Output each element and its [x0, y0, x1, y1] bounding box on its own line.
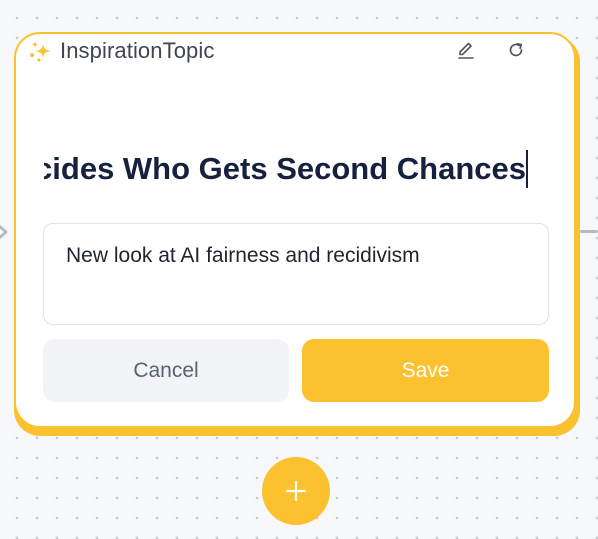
incoming-connection-arrow-icon [0, 224, 8, 240]
outgoing-connection-line [580, 230, 598, 233]
node-header: InspirationTopic [28, 36, 214, 66]
topic-description-textarea[interactable]: New look at AI fairness and recidivism [43, 223, 549, 325]
text-caret [526, 150, 528, 188]
plus-icon [285, 480, 307, 502]
topic-title-input[interactable]: Algorithm Decides Who Gets Second Chance… [44, 146, 528, 194]
cancel-button[interactable]: Cancel [43, 339, 289, 402]
refresh-button[interactable] [504, 38, 528, 62]
node-type-label: InspirationTopic [60, 38, 215, 63]
save-button[interactable]: Save [302, 339, 549, 402]
sparkle-icon [30, 41, 51, 62]
topic-title-text: Algorithm Decides Who Gets Second Chance… [44, 151, 526, 186]
edit-button[interactable] [454, 38, 478, 62]
refresh-icon [509, 42, 523, 57]
edit-icon [458, 42, 474, 59]
add-node-button[interactable] [262, 457, 330, 525]
